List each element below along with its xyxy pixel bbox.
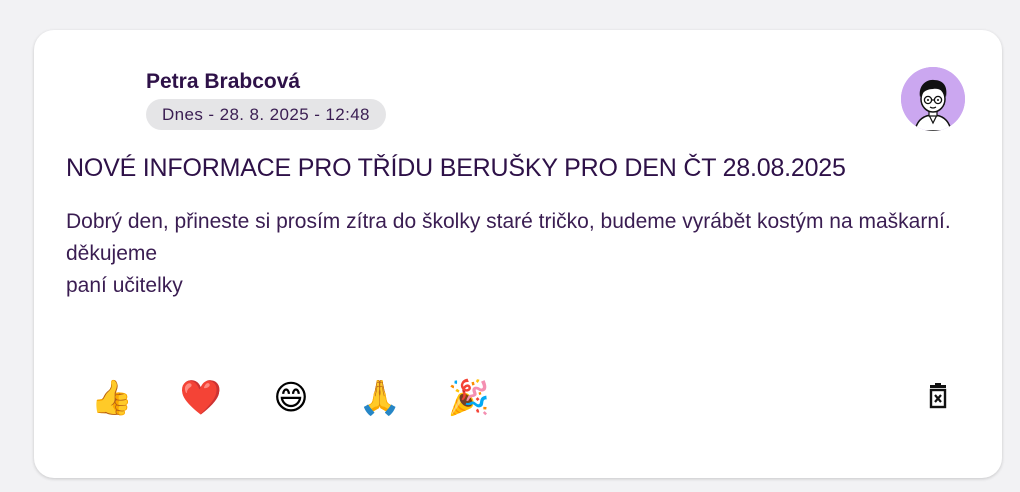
author-name: Petra Brabcová	[146, 70, 301, 93]
body-line: paní učitelky	[66, 274, 183, 297]
person-avatar-icon	[901, 67, 965, 131]
post-body: Dobrý den, přineste si prosím zítra do š…	[66, 206, 956, 302]
body-line: Dobrý den, přineste si prosím zítra do š…	[66, 210, 951, 233]
post-title: NOVÉ INFORMACE PRO TŘÍDU BERUŠKY PRO DEN…	[66, 154, 846, 182]
thumbs-up-reaction-button[interactable]: 👍	[90, 376, 134, 420]
party-popper-reaction-button[interactable]: 🎉	[447, 376, 491, 420]
folded-hands-reaction-button[interactable]: 🙏	[358, 376, 402, 420]
body-line: děkujeme	[66, 242, 158, 265]
heart-reaction-button[interactable]: ❤️	[179, 376, 223, 420]
avatar[interactable]	[901, 67, 965, 131]
post-card: Petra Brabcová Dnes - 28. 8. 2025 - 12:4…	[34, 30, 1002, 478]
date-badge: Dnes - 28. 8. 2025 - 12:48	[146, 99, 386, 130]
trash-icon	[929, 383, 947, 409]
grinning-face-reaction-button[interactable]: 😄	[269, 376, 313, 420]
delete-button[interactable]	[924, 382, 952, 412]
